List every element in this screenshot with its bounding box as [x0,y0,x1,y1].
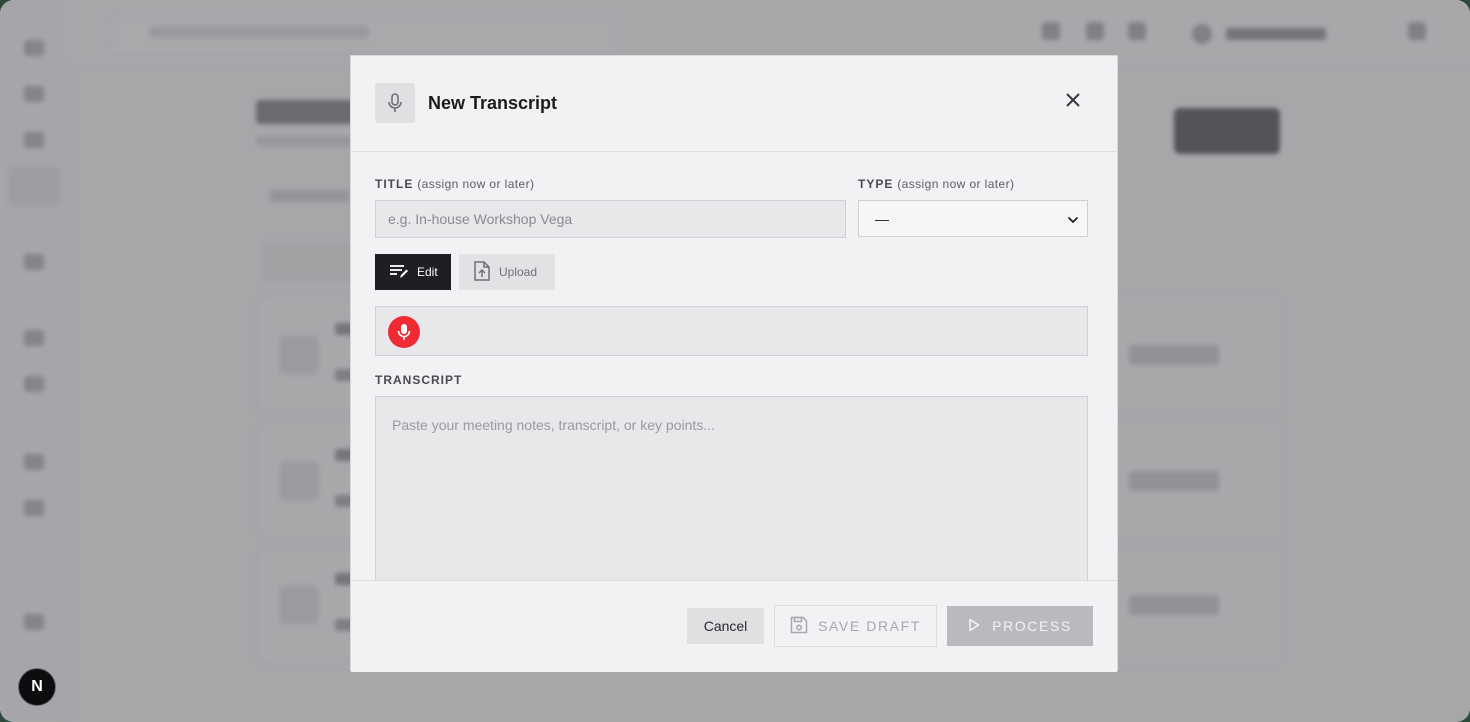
file-upload-icon [473,260,491,284]
record-button[interactable] [388,316,420,348]
dialog-footer: Cancel SAVE DRAFT PROCESS [351,580,1117,672]
dialog-title: New Transcript [428,93,558,113]
process-label: PROCESS [992,618,1072,634]
title-label-text: TITLE [375,177,414,191]
upload-mode-button[interactable]: Upload [459,254,555,290]
edit-mode-label: Edit [417,265,438,279]
title-label: TITLE (assign now or later) [375,177,534,191]
play-icon [968,618,980,635]
edit-notes-icon [389,263,409,282]
process-button[interactable]: PROCESS [947,606,1093,646]
recording-bar [375,306,1088,356]
type-label-hint: (assign now or later) [897,177,1015,191]
save-draft-button[interactable]: SAVE DRAFT [774,605,937,647]
dev-badge[interactable]: N [18,668,56,706]
type-selected-value: — [875,210,889,227]
close-icon[interactable] [1063,90,1083,110]
cancel-button[interactable]: Cancel [687,608,764,644]
type-label-text: TYPE [858,177,894,191]
dialog-header: New Transcript [351,56,1117,152]
type-select[interactable]: — [858,200,1088,237]
transcript-label-text: TRANSCRIPT [375,373,463,387]
upload-mode-label: Upload [499,265,538,279]
new-transcript-dialog: New Transcript TITLE (assign now or late… [350,55,1118,672]
microphone-icon [375,83,415,123]
transcript-label: TRANSCRIPT [375,373,462,387]
title-label-hint: (assign now or later) [417,177,535,191]
microphone-icon [397,324,411,340]
app-window: N New Transcript TITLE (assign now or la… [0,0,1470,722]
transcript-textarea[interactable] [375,396,1088,582]
chevron-down-icon [1067,211,1079,227]
save-icon [790,616,808,637]
title-input[interactable] [375,200,846,238]
save-draft-label: SAVE DRAFT [818,618,921,634]
edit-mode-button[interactable]: Edit [375,254,451,290]
type-label: TYPE (assign now or later) [858,177,1014,191]
